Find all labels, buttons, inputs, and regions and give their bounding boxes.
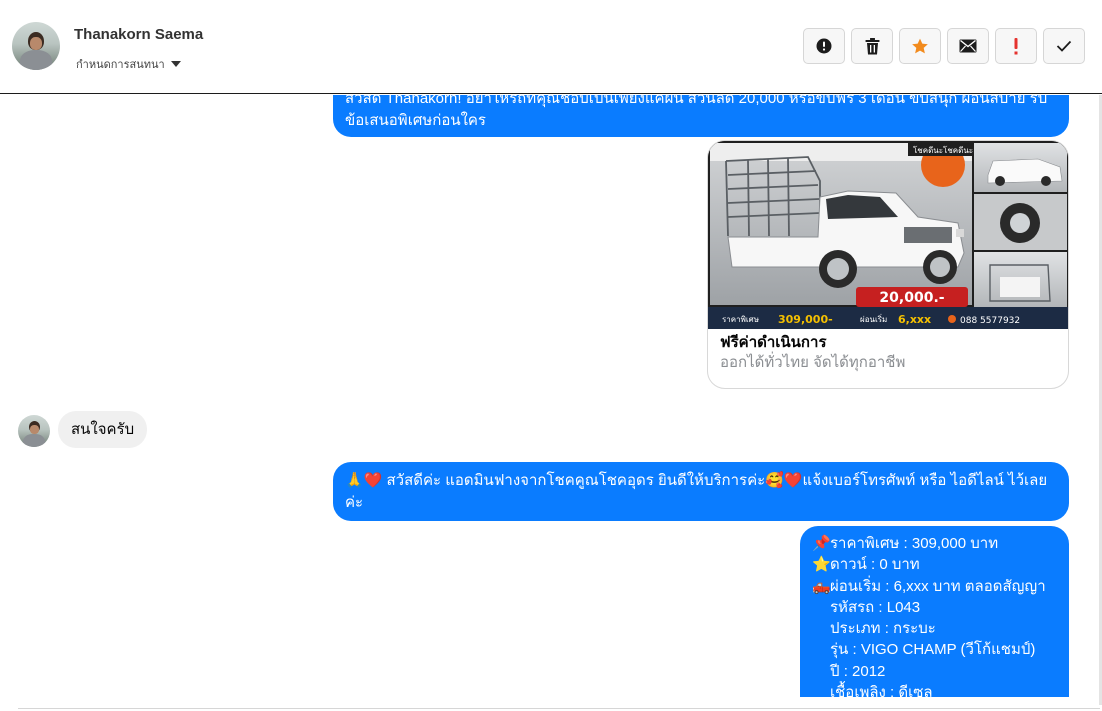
- installment-label-text: ผ่อนเริ่ม: [860, 313, 887, 324]
- outgoing-message[interactable]: สวัสดี Thanakorn! อย่าให้รถที่คุณชอบเป็น…: [333, 95, 1069, 137]
- message-text: สนใจครับ: [71, 421, 135, 438]
- promo-card[interactable]: โชคดีนะโชคดีนะ 20,000.- ราคาพิเศษ 309,00…: [707, 140, 1069, 389]
- conversation-schedule-menu[interactable]: กำหนดการสนทนา: [76, 55, 181, 73]
- detail-text: ดาวน์ : 0 บาท: [830, 556, 920, 574]
- card-subtitle: ออกได้ทั่วไทย จัดได้ทุกอาชีพ: [720, 354, 906, 371]
- conversation-header: Thanakorn Saema กำหนดการสนทนา: [0, 0, 1102, 94]
- check-icon: [1056, 40, 1072, 52]
- message-text: สวัสดี Thanakorn! อย่าให้รถที่คุณชอบเป็น…: [345, 95, 1048, 129]
- envelope-icon: [959, 39, 977, 53]
- phone-text: 088 5577932: [960, 316, 1020, 326]
- pin-icon: 📌: [812, 535, 831, 552]
- trash-icon: [865, 37, 879, 54]
- detail-line: เชื้อเพลิง : ดีเซล: [812, 682, 1069, 697]
- installment-text: 6,xxx: [898, 313, 931, 326]
- exclamation-icon: [1014, 37, 1018, 54]
- avatar[interactable]: [12, 22, 60, 70]
- star-icon: [912, 38, 928, 53]
- incoming-message[interactable]: สนใจครับ: [58, 411, 148, 448]
- detail-text: ผ่อนเริ่ม : 6,xxx บาท ตลอดสัญญา: [830, 577, 1046, 595]
- important-button[interactable]: [995, 28, 1037, 64]
- promo-image[interactable]: โชคดีนะโชคดีนะ 20,000.- ราคาพิเศษ 309,00…: [708, 141, 1069, 329]
- contact-name[interactable]: Thanakorn Saema: [74, 26, 203, 43]
- conversation-schedule-label: กำหนดการสนทนา: [76, 59, 165, 71]
- detail-line: รุ่น : VIGO CHAMP (วีโก้แชมป์): [812, 639, 1069, 660]
- outgoing-message[interactable]: 📌ราคาพิเศษ : 309,000 บาท ⭐ดาวน์ : 0 บาท …: [800, 526, 1069, 697]
- avatar[interactable]: [18, 415, 50, 447]
- price-text: 309,000-: [778, 313, 833, 326]
- star-emoji-icon: ⭐: [812, 556, 831, 574]
- detail-text: ปี : 2012: [830, 662, 886, 680]
- delete-button[interactable]: [851, 28, 893, 64]
- detail-line: ประเภท : กระบะ: [812, 618, 1069, 639]
- detail-line: ⭐ดาวน์ : 0 บาท: [812, 554, 1069, 575]
- price-tag-text: 20,000.-: [879, 290, 944, 306]
- report-button[interactable]: [803, 28, 845, 64]
- caret-down-icon: [170, 61, 181, 67]
- divider: [18, 708, 1100, 709]
- detail-text: เชื้อเพลิง : ดีเซล: [830, 684, 933, 697]
- alert-circle-icon: [816, 38, 832, 54]
- detail-line: 🛻ผ่อนเริ่ม : 6,xxx บาท ตลอดสัญญา: [812, 576, 1069, 597]
- message-text: 🙏❤️ สวัสดีค่ะ แอดมินฟางจากโชคคูณโชคอุดร …: [345, 472, 1048, 511]
- detail-text: ราคาพิเศษ : 309,000 บาท: [830, 535, 999, 552]
- done-button[interactable]: [1043, 28, 1085, 64]
- detail-line: 📌ราคาพิเศษ : 309,000 บาท: [812, 533, 1069, 554]
- pickup-truck-icon: 🛻: [812, 577, 831, 595]
- star-button[interactable]: [899, 28, 941, 64]
- mail-button[interactable]: [947, 28, 989, 64]
- badge-text: โชคดีนะโชคดีนะ: [913, 145, 973, 155]
- outgoing-message[interactable]: 🙏❤️ สวัสดีค่ะ แอดมินฟางจากโชคคูณโชคอุดร …: [333, 462, 1069, 521]
- detail-text: รหัสรถ : L043: [830, 598, 921, 616]
- message-list[interactable]: สวัสดี Thanakorn! อย่าให้รถที่คุณชอบเป็น…: [0, 95, 1102, 697]
- action-toolbar: [803, 28, 1085, 64]
- detail-text: ประเภท : กระบะ: [830, 620, 936, 638]
- detail-line: ปี : 2012: [812, 661, 1069, 682]
- detail-text: รุ่น : VIGO CHAMP (วีโก้แชมป์): [830, 641, 1036, 659]
- detail-line: รหัสรถ : L043: [812, 597, 1069, 618]
- price-label-text: ราคาพิเศษ: [722, 315, 759, 324]
